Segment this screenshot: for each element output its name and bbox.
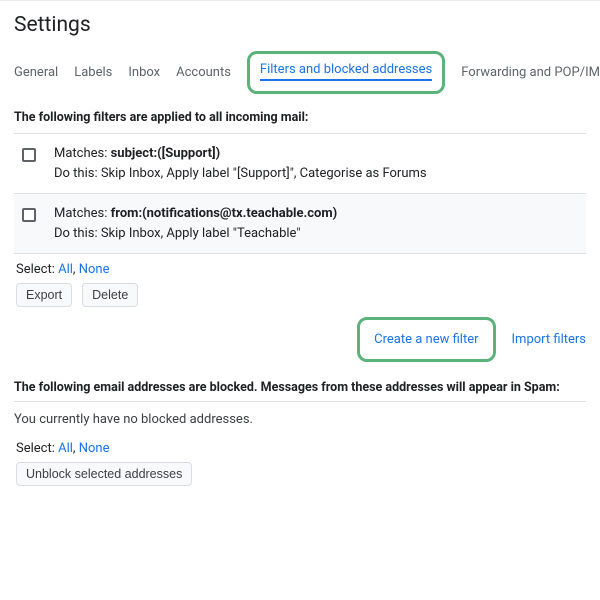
- blocked-empty-text: You currently have no blocked addresses.: [14, 412, 586, 427]
- filter-checkbox[interactable]: [22, 148, 36, 162]
- filter-row: Matches: from:(notifications@tx.teachabl…: [14, 194, 586, 254]
- select-row: Select: All, None: [16, 262, 586, 277]
- select-all-link[interactable]: All: [58, 262, 73, 277]
- matches-label: Matches:: [54, 206, 111, 221]
- matches-value: from:(notifications@tx.teachable.com): [111, 206, 338, 221]
- select-prefix: Select:: [16, 441, 58, 456]
- blocked-select-none-link[interactable]: None: [79, 441, 110, 456]
- filter-text: Matches: subject:([Support]) Do this: Sk…: [54, 144, 427, 183]
- tab-general[interactable]: General: [14, 65, 58, 80]
- filter-actions: Create a new filter Import filters: [14, 317, 586, 362]
- filter-checkbox[interactable]: [22, 208, 36, 222]
- blocked-select-row: Select: All, None: [16, 441, 586, 456]
- export-button[interactable]: Export: [16, 283, 72, 307]
- filter-row: Matches: subject:([Support]) Do this: Sk…: [14, 134, 586, 194]
- matches-label: Matches:: [54, 146, 111, 161]
- filter-text: Matches: from:(notifications@tx.teachabl…: [54, 204, 337, 243]
- blocked-select-all-link[interactable]: All: [58, 441, 73, 456]
- create-filter-highlight: Create a new filter: [357, 317, 495, 362]
- select-prefix: Select:: [16, 262, 58, 277]
- blocked-intro: The following email addresses are blocke…: [14, 380, 586, 395]
- create-filter-link[interactable]: Create a new filter: [374, 332, 478, 347]
- tab-accounts[interactable]: Accounts: [176, 65, 231, 80]
- tab-labels[interactable]: Labels: [74, 65, 112, 80]
- import-filters-link[interactable]: Import filters: [512, 332, 586, 347]
- page-title: Settings: [14, 13, 586, 37]
- filter-buttons: Export Delete: [16, 283, 586, 307]
- filter-list: Matches: subject:([Support]) Do this: Sk…: [14, 133, 586, 254]
- tab-filters-highlight: Filters and blocked addresses: [247, 51, 445, 94]
- divider: [14, 401, 586, 402]
- tab-inbox[interactable]: Inbox: [128, 65, 160, 80]
- delete-button[interactable]: Delete: [82, 283, 138, 307]
- tab-forwarding[interactable]: Forwarding and POP/IMAP: [461, 65, 600, 80]
- dothis-text: Do this: Skip Inbox, Apply label "Teacha…: [54, 226, 301, 241]
- blocked-buttons: Unblock selected addresses: [16, 462, 586, 486]
- dothis-text: Do this: Skip Inbox, Apply label "[Suppo…: [54, 166, 427, 181]
- matches-value: subject:([Support]): [111, 146, 221, 161]
- select-none-link[interactable]: None: [79, 262, 110, 277]
- unblock-button[interactable]: Unblock selected addresses: [16, 462, 192, 486]
- filters-intro: The following filters are applied to all…: [14, 110, 586, 125]
- settings-tabs: General Labels Inbox Accounts Filters an…: [14, 51, 586, 94]
- tab-filters[interactable]: Filters and blocked addresses: [260, 62, 432, 81]
